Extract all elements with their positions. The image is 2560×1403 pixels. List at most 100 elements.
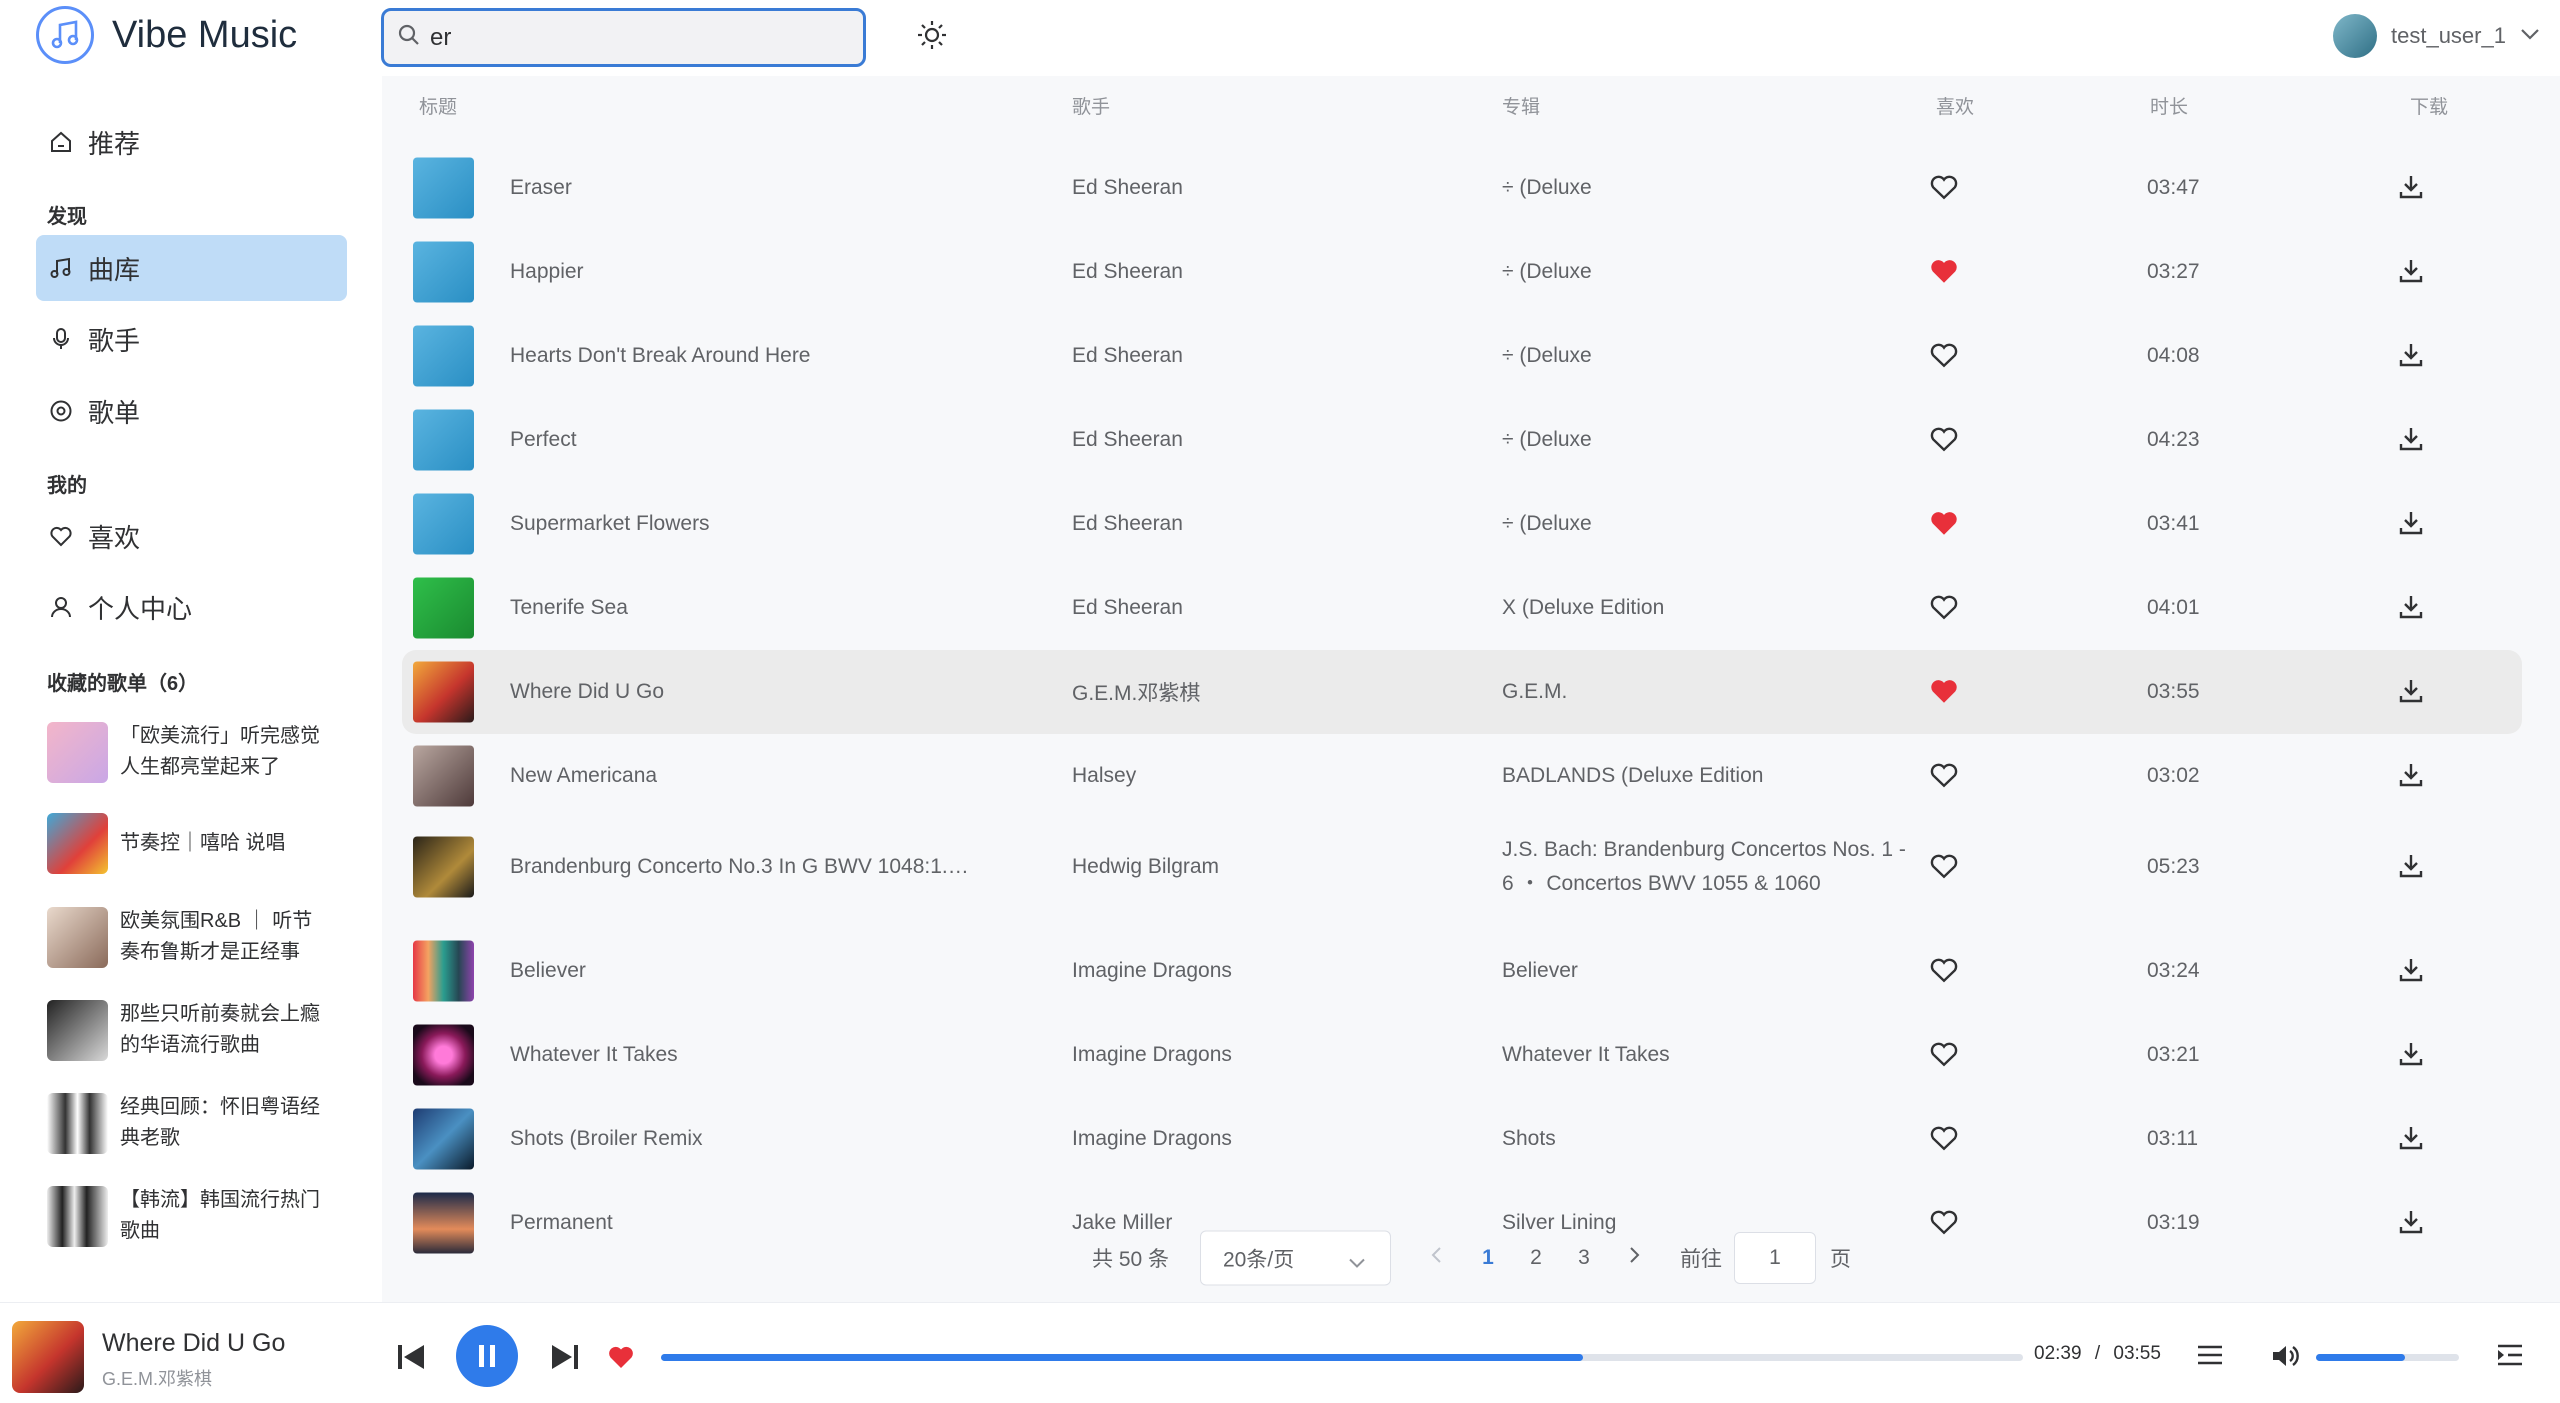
queue-list-icon[interactable] xyxy=(2196,1343,2224,1367)
song-artist[interactable]: Ed Sheeran xyxy=(1072,596,1183,620)
song-album[interactable]: Believer xyxy=(1502,954,1578,988)
sidebar-item-profile[interactable]: 个人中心 xyxy=(36,574,347,640)
song-album[interactable]: X (Deluxe Edition xyxy=(1502,591,1664,625)
song-album[interactable]: ÷ (Deluxe xyxy=(1502,255,1592,289)
song-cover[interactable] xyxy=(413,836,474,898)
table-row[interactable]: Supermarket Flowers Ed Sheeran ÷ (Deluxe 03… xyxy=(402,482,2522,566)
collected-playlist-item[interactable]: 欧美氛围R&B ｜ 听节 奏布鲁斯才是正经事 xyxy=(47,905,347,969)
sidebar-item-artists[interactable]: 歌手 xyxy=(36,306,347,372)
heart-icon[interactable] xyxy=(1929,956,1959,986)
volume-icon[interactable] xyxy=(2271,1343,2301,1369)
download-icon[interactable] xyxy=(2397,1124,2427,1154)
song-album[interactable]: ÷ (Deluxe xyxy=(1502,507,1592,541)
song-artist[interactable]: Hedwig Bilgram xyxy=(1072,855,1219,879)
search-input[interactable] xyxy=(430,23,850,52)
table-row[interactable]: Brandenburg Concerto No.3 In G BWV 1048:… xyxy=(402,818,2522,916)
song-album[interactable]: BADLANDS (Deluxe Edition xyxy=(1502,759,1763,793)
heart-icon[interactable] xyxy=(1929,593,1959,623)
download-icon[interactable] xyxy=(2397,761,2427,791)
download-icon[interactable] xyxy=(2397,341,2427,371)
liked-heart-icon[interactable] xyxy=(1929,509,1959,539)
song-title[interactable]: Believer xyxy=(510,959,586,983)
song-cover[interactable] xyxy=(413,1108,474,1170)
table-row[interactable]: Tenerife Sea Ed Sheeran X (Deluxe Edition 0… xyxy=(402,566,2522,650)
heart-icon[interactable] xyxy=(1929,173,1959,203)
song-cover[interactable] xyxy=(413,940,474,1002)
song-title[interactable]: Whatever It Takes xyxy=(510,1043,678,1067)
song-title[interactable]: Tenerife Sea xyxy=(510,596,628,620)
now-playing-cover[interactable] xyxy=(12,1321,84,1393)
heart-icon[interactable] xyxy=(1929,425,1959,455)
sidebar-item-playlists[interactable]: 歌单 xyxy=(36,378,347,444)
goto-page-input[interactable]: 1 xyxy=(1734,1232,1816,1284)
page-number[interactable]: 1 xyxy=(1468,1246,1508,1270)
sidebar-item-library[interactable]: 曲库 xyxy=(36,235,347,301)
song-title[interactable]: Brandenburg Concerto No.3 In G BWV 1048:… xyxy=(510,855,969,879)
song-album[interactable]: ÷ (Deluxe xyxy=(1502,339,1592,373)
heart-icon[interactable] xyxy=(1929,341,1959,371)
heart-icon[interactable] xyxy=(1929,761,1959,791)
song-title[interactable]: Perfect xyxy=(510,428,577,452)
table-row[interactable]: Perfect Ed Sheeran ÷ (Deluxe 04:23 xyxy=(402,398,2522,482)
table-row[interactable]: Where Did U Go G.E.M.邓紫棋 G.E.M. 03:55 xyxy=(402,650,2522,734)
sidebar-item-recommend[interactable]: 推荐 xyxy=(36,109,347,175)
song-title[interactable]: Hearts Don't Break Around Here xyxy=(510,344,811,368)
collected-playlist-item[interactable]: 【韩流】韩国流行热门 歌曲 xyxy=(47,1184,347,1248)
song-album[interactable]: ÷ (Deluxe xyxy=(1502,171,1592,205)
song-title[interactable]: New Americana xyxy=(510,764,657,788)
song-artist[interactable]: Imagine Dragons xyxy=(1072,959,1232,983)
next-track-icon[interactable] xyxy=(548,1343,580,1371)
song-cover[interactable] xyxy=(413,661,474,723)
heart-icon[interactable] xyxy=(1929,852,1959,882)
download-icon[interactable] xyxy=(2397,677,2427,707)
next-page-icon[interactable] xyxy=(1627,1246,1641,1270)
collected-playlist-item[interactable]: 那些只听前奏就会上瘾 的华语流行歌曲 xyxy=(47,998,347,1062)
song-album[interactable]: Whatever It Takes xyxy=(1502,1038,1670,1072)
table-row[interactable]: Shots (Broiler Remix Imagine Dragons Shots… xyxy=(402,1097,2522,1181)
table-row[interactable]: Happier Ed Sheeran ÷ (Deluxe 03:27 xyxy=(402,230,2522,314)
table-row[interactable]: Believer Imagine Dragons Believer 03:24 xyxy=(402,929,2522,1013)
page-number[interactable]: 2 xyxy=(1516,1246,1556,1270)
song-cover[interactable] xyxy=(413,157,474,219)
previous-track-icon[interactable] xyxy=(396,1343,428,1371)
song-cover[interactable] xyxy=(413,241,474,303)
download-icon[interactable] xyxy=(2397,593,2427,623)
liked-heart-icon[interactable] xyxy=(1929,257,1959,287)
song-cover[interactable] xyxy=(413,325,474,387)
song-artist[interactable]: Halsey xyxy=(1072,764,1136,788)
page-size-select[interactable]: 20条/页 xyxy=(1200,1230,1391,1286)
song-cover[interactable] xyxy=(413,1024,474,1086)
app-logo[interactable]: Vibe Music xyxy=(36,6,297,64)
table-row[interactable]: New Americana Halsey BADLANDS (Deluxe Edit… xyxy=(402,734,2522,818)
song-artist[interactable]: Ed Sheeran xyxy=(1072,512,1183,536)
like-heart-icon[interactable] xyxy=(607,1344,635,1370)
heart-icon[interactable] xyxy=(1929,1124,1959,1154)
song-album[interactable]: ÷ (Deluxe xyxy=(1502,423,1592,457)
table-row[interactable]: Eraser Ed Sheeran ÷ (Deluxe 03:47 xyxy=(402,146,2522,230)
song-artist[interactable]: Ed Sheeran xyxy=(1072,428,1183,452)
prev-page-icon[interactable] xyxy=(1430,1246,1444,1270)
pause-button[interactable] xyxy=(456,1325,518,1387)
download-icon[interactable] xyxy=(2397,509,2427,539)
download-icon[interactable] xyxy=(2397,852,2427,882)
song-artist[interactable]: Ed Sheeran xyxy=(1072,176,1183,200)
collected-playlist-item[interactable]: 经典回顾：怀旧粤语经 典老歌 xyxy=(47,1091,347,1155)
song-album[interactable]: G.E.M. xyxy=(1502,675,1567,709)
playlist-panel-icon[interactable] xyxy=(2496,1343,2524,1367)
song-artist[interactable]: Imagine Dragons xyxy=(1072,1043,1232,1067)
song-album[interactable]: J.S. Bach: Brandenburg Concertos Nos. 1 … xyxy=(1502,833,1922,901)
volume-slider[interactable] xyxy=(2316,1354,2459,1361)
page-number[interactable]: 3 xyxy=(1564,1246,1604,1270)
song-title[interactable]: Supermarket Flowers xyxy=(510,512,710,536)
sidebar-item-favorites[interactable]: 喜欢 xyxy=(36,503,347,569)
song-cover[interactable] xyxy=(413,577,474,639)
heart-icon[interactable] xyxy=(1929,1040,1959,1070)
download-icon[interactable] xyxy=(2397,257,2427,287)
collected-playlist-item[interactable]: 「欧美流行」听完感觉 人生都亮堂起来了 xyxy=(47,720,347,784)
now-playing-artist[interactable]: G.E.M.邓紫棋 xyxy=(102,1365,212,1391)
song-title[interactable]: Shots (Broiler Remix xyxy=(510,1127,703,1151)
song-title[interactable]: Happier xyxy=(510,260,584,284)
collected-playlist-item[interactable]: 节奏控｜嘻哈 说唱 xyxy=(47,811,347,875)
song-cover[interactable] xyxy=(413,745,474,807)
song-artist[interactable]: G.E.M.邓紫棋 xyxy=(1072,677,1200,707)
